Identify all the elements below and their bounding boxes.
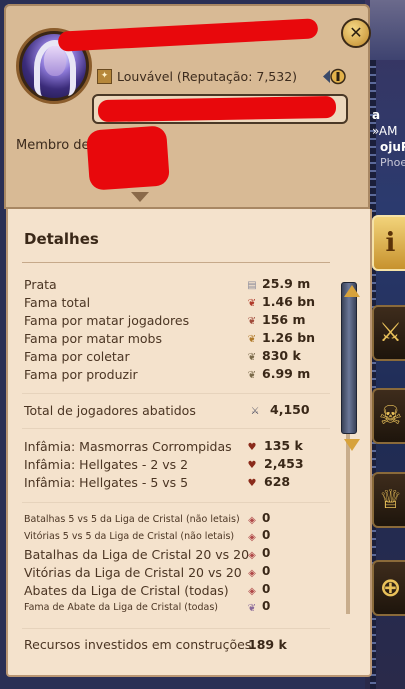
section-divider bbox=[22, 628, 330, 629]
stat-row: Fama de Abate da Liga de Cristal (todas) bbox=[24, 599, 218, 616]
stat-value: 156 m bbox=[262, 312, 306, 327]
stat-row: Fama por produzir bbox=[24, 366, 138, 383]
stat-value: 1.26 bn bbox=[262, 330, 316, 345]
scroll-down-arrow-icon bbox=[344, 439, 360, 451]
background-text: ojuP bbox=[380, 140, 405, 154]
crystal-shield-icon: ◈ bbox=[248, 567, 256, 579]
details-divider bbox=[22, 262, 330, 263]
resources-invested-value: 189 k bbox=[248, 637, 287, 652]
reputation-text: Louvável (Reputação: 7,532) bbox=[117, 68, 298, 84]
stat-value: 2,453 bbox=[264, 456, 304, 471]
gathering-fame-icon: ❦ bbox=[247, 351, 257, 363]
stat-label: Fama por matar jogadores bbox=[24, 313, 190, 328]
crystal-shield-icon: ◈ bbox=[248, 585, 256, 597]
silver-coin-icon: ▤ bbox=[247, 279, 257, 291]
fame-icon: ❦ bbox=[247, 297, 257, 309]
stat-label: Infâmia: Hellgates - 2 vs 2 bbox=[24, 457, 189, 472]
infamy-icon: ♥ bbox=[247, 441, 257, 453]
stat-value: 0 bbox=[262, 582, 271, 596]
stat-value: 0 bbox=[262, 511, 271, 525]
skull-icon: ☠ bbox=[378, 401, 403, 431]
stat-row: Abates da Liga de Cristal (todas) bbox=[24, 582, 229, 599]
member-since-label: Membro de bbox=[16, 138, 90, 153]
reputation-icon: ✦ bbox=[97, 68, 112, 84]
crafting-fame-icon: ❦ bbox=[247, 369, 257, 381]
stat-value: 6.99 m bbox=[262, 366, 311, 381]
stat-value: 0 bbox=[262, 599, 271, 613]
globe-icon: ⊕ bbox=[379, 573, 402, 603]
info-icon: i bbox=[385, 228, 396, 258]
stat-row: Vitórias 5 vs 5 da Liga de Cristal (não … bbox=[24, 528, 234, 545]
stat-row: Infâmia: Hellgates - 2 vs 2 bbox=[24, 456, 188, 473]
stat-label: Batalhas da Liga de Cristal 20 vs 20 bbox=[24, 547, 250, 562]
stat-label: Batalhas 5 vs 5 da Liga de Cristal (não … bbox=[24, 514, 240, 525]
close-button[interactable]: ✕ bbox=[341, 18, 371, 48]
stat-label: Infâmia: Hellgates - 5 vs 5 bbox=[24, 475, 189, 490]
stat-row: Vitórias da Liga de Cristal 20 vs 20 bbox=[24, 564, 242, 581]
stat-label: Fama por produzir bbox=[24, 367, 138, 382]
stat-label: Vitórias 5 vs 5 da Liga de Cristal (não … bbox=[24, 531, 235, 542]
stat-value: 0 bbox=[262, 564, 271, 578]
stat-row: Fama por coletar bbox=[24, 348, 130, 365]
infamy-icon: ♥ bbox=[247, 459, 257, 471]
close-icon: ✕ bbox=[349, 23, 363, 42]
stat-row: Batalhas 5 vs 5 da Liga de Cristal (não … bbox=[24, 511, 240, 528]
pvp-fame-icon: ❦ bbox=[247, 315, 257, 327]
details-title: Detalhes bbox=[24, 230, 99, 248]
stat-label: Infâmia: Masmorras Corrompidas bbox=[24, 439, 232, 454]
stat-value: 1.46 bn bbox=[262, 294, 316, 309]
stat-label: Vitórias da Liga de Cristal 20 vs 20 bbox=[24, 565, 242, 580]
stat-label: Abates da Liga de Cristal (todas) bbox=[24, 583, 229, 598]
stat-row: Fama por matar jogadores bbox=[24, 312, 189, 329]
stat-row: Infâmia: Masmorras Corrompidas bbox=[24, 438, 232, 455]
details-scrollbar[interactable] bbox=[338, 264, 360, 632]
stat-value: 4,150 bbox=[270, 402, 310, 417]
redacted-message bbox=[97, 95, 337, 123]
section-divider bbox=[22, 393, 330, 394]
stat-row: Infâmia: Hellgates - 5 vs 5 bbox=[24, 474, 188, 491]
stat-value: 830 k bbox=[262, 348, 301, 363]
stat-label: Prata bbox=[24, 277, 57, 292]
crossed-swords-icon: ⚔ bbox=[378, 318, 403, 348]
background-text: Phoe bbox=[380, 156, 405, 169]
infamy-icon: ♥ bbox=[247, 477, 257, 489]
crossed-swords-icon: ⚔ bbox=[250, 405, 260, 417]
scroll-up-arrow-icon bbox=[344, 285, 360, 297]
stat-row: Fama por matar mobs bbox=[24, 330, 162, 347]
stat-label: Fama total bbox=[24, 295, 91, 310]
profile-panel: ✕ ✦ Louvável (Reputação: 7,532) Membro d… bbox=[0, 0, 377, 677]
reputation-row: ✦ Louvável (Reputação: 7,532) bbox=[97, 67, 297, 85]
crystal-shield-icon: ◈ bbox=[248, 549, 256, 561]
pve-fame-icon: ❦ bbox=[247, 333, 257, 345]
crystal-shield-icon: ◈ bbox=[248, 514, 256, 526]
trophy-icon: ♕ bbox=[378, 485, 403, 515]
stat-label: Fama por matar mobs bbox=[24, 331, 162, 346]
resources-invested-label: Recursos investidos em construções bbox=[24, 637, 252, 652]
stat-label: Fama de Abate da Liga de Cristal (todas) bbox=[24, 602, 218, 613]
stat-row: Prata bbox=[24, 276, 57, 293]
stat-value: 628 bbox=[264, 474, 291, 489]
stat-value: 135 k bbox=[264, 438, 303, 453]
stat-value: 0 bbox=[262, 528, 271, 542]
stat-value: 0 bbox=[262, 546, 271, 560]
reputation-info-icon[interactable] bbox=[322, 68, 346, 85]
redacted-member-date bbox=[86, 125, 170, 191]
crystal-fame-icon: ❦ bbox=[247, 602, 257, 614]
crystal-shield-icon: ◈ bbox=[248, 531, 256, 543]
stat-label: Total de jogadores abatidos bbox=[24, 403, 196, 418]
stat-label: Fama por coletar bbox=[24, 349, 130, 364]
section-divider bbox=[22, 502, 330, 503]
stat-row: Batalhas da Liga de Cristal 20 vs 20 bbox=[24, 546, 249, 563]
section-divider bbox=[22, 428, 330, 429]
stat-value: 25.9 m bbox=[262, 276, 311, 291]
stat-row: Total de jogadores abatidos bbox=[24, 402, 196, 419]
stat-row: Fama total bbox=[24, 294, 90, 311]
scrollbar-thumb[interactable] bbox=[341, 282, 360, 451]
